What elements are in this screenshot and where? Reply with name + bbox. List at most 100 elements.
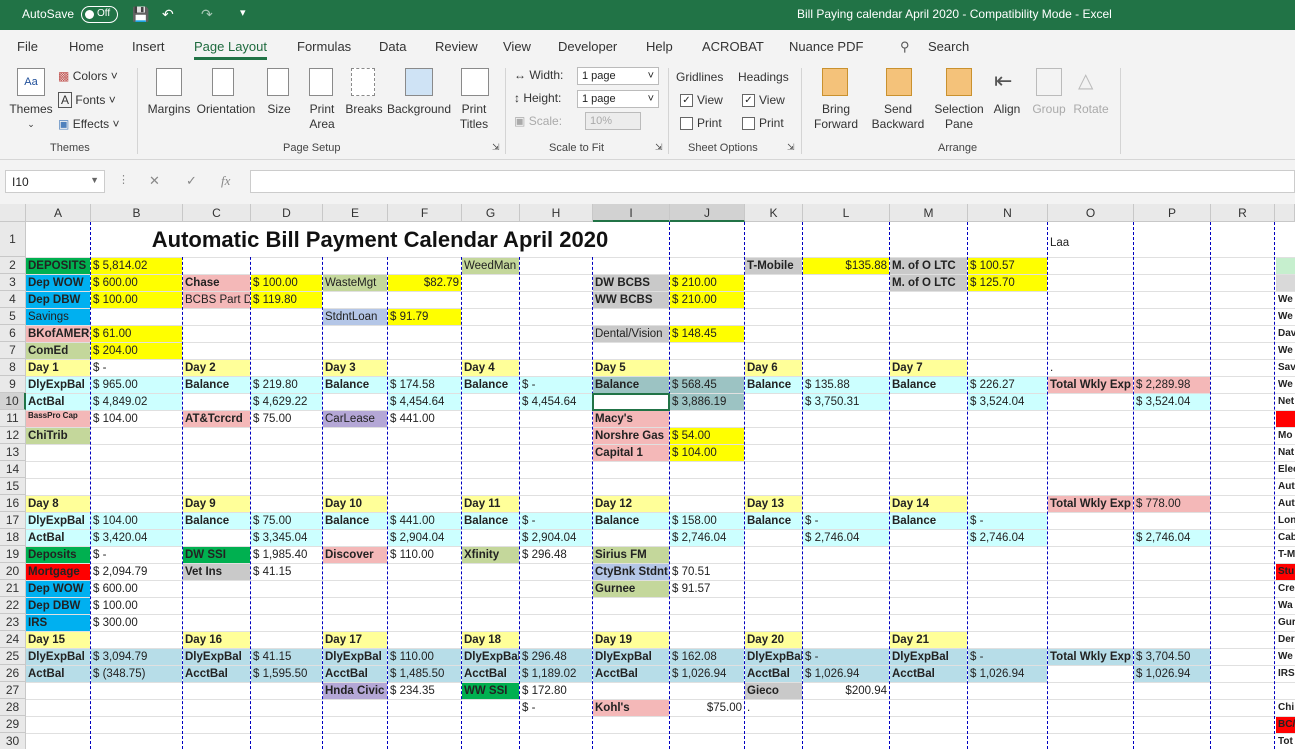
cell-partial[interactable]: BC/ (1276, 717, 1295, 733)
cell[interactable]: Balance (323, 377, 387, 393)
cell[interactable]: Day 12 (593, 496, 669, 512)
cell[interactable]: CtyBnk Stdnt (593, 564, 669, 580)
height-select[interactable]: 1 page ˅ (577, 90, 659, 108)
cell[interactable]: $ 1,026.94 (803, 666, 889, 682)
cell[interactable]: $ 41.15 (251, 649, 322, 665)
cell[interactable]: Day 19 (593, 632, 669, 648)
cell[interactable]: $ 75.00 (251, 513, 322, 529)
cell[interactable]: $ 4,454.64 (388, 394, 461, 410)
headings-print-checkbox[interactable] (742, 117, 755, 130)
cell[interactable]: $ 91.57 (670, 581, 744, 597)
tab-formulas[interactable]: Formulas (297, 39, 351, 54)
cell[interactable]: $ 2,746.04 (803, 530, 889, 546)
cell[interactable]: AcctBal (593, 666, 669, 682)
cell[interactable]: Balance (745, 513, 802, 529)
cell[interactable]: Day 6 (745, 360, 802, 376)
row-header-5[interactable]: 5 (0, 308, 26, 325)
autosave-toggle[interactable]: Off (81, 6, 118, 23)
cell[interactable]: Day 14 (890, 496, 967, 512)
cell[interactable]: . (745, 700, 802, 716)
cell[interactable]: $ 1,026.94 (1134, 666, 1210, 682)
themes-chevron-icon[interactable]: ⌄ (6, 117, 56, 132)
row-header-16[interactable]: 16 (0, 495, 26, 512)
selected-cell[interactable] (592, 393, 670, 411)
selection-pane-icon[interactable] (946, 68, 972, 96)
cell[interactable]: $ 219.80 (251, 377, 322, 393)
row-header-14[interactable]: 14 (0, 461, 26, 478)
cell-partial[interactable]: Gur (1276, 615, 1295, 631)
cell[interactable]: $ 204.00 (91, 343, 182, 359)
cell-partial[interactable]: Wa (1276, 598, 1295, 614)
print-area-button[interactable]: Print Area (300, 102, 344, 132)
cell[interactable]: $ 1,985.40 (251, 547, 322, 563)
themes-icon[interactable]: Aa (17, 68, 45, 96)
cell[interactable]: Dep DBW (26, 292, 90, 308)
cell[interactable]: $ 3,524.04 (1134, 394, 1210, 410)
cell[interactable]: ActBal (26, 394, 90, 410)
cell[interactable]: Balance (183, 513, 250, 529)
cell[interactable]: $ 3,345.04 (251, 530, 322, 546)
column-header-e[interactable]: E (323, 204, 388, 222)
row-header-7[interactable]: 7 (0, 342, 26, 359)
cell[interactable]: Balance (890, 513, 967, 529)
cell[interactable]: AcctBal (890, 666, 967, 682)
cell[interactable]: $ 174.58 (388, 377, 461, 393)
cell[interactable]: $ 54.00 (670, 428, 744, 444)
cell[interactable]: WasteMgt (323, 275, 387, 291)
cell[interactable]: DlyExpBal (593, 649, 669, 665)
print-titles-button[interactable]: Print Titles (454, 102, 494, 132)
fonts-button[interactable]: A Fonts ˅ (58, 92, 116, 108)
align-icon[interactable]: ⇤ (994, 68, 1020, 96)
cell[interactable]: Day 9 (183, 496, 250, 512)
cell[interactable]: $ 162.08 (670, 649, 744, 665)
column-header-partial[interactable] (1275, 204, 1295, 222)
cell[interactable]: DlyExpBal (183, 649, 250, 665)
cell[interactable]: $ 300.00 (91, 615, 182, 631)
cell-partial[interactable]: Elec (1276, 462, 1295, 478)
cell[interactable]: $ 2,746.04 (670, 530, 744, 546)
cell[interactable]: $ 1,026.94 (968, 666, 1047, 682)
cell[interactable]: Vet Ins (183, 564, 250, 580)
cell[interactable]: Total Wkly Exp (1048, 496, 1133, 512)
cell[interactable]: $ 1,189.02 (520, 666, 592, 682)
cell-partial[interactable]: Dav (1276, 326, 1295, 342)
cell[interactable]: $ - (803, 513, 889, 529)
group-button[interactable]: Group (1030, 102, 1068, 117)
size-button[interactable]: Size (262, 102, 296, 117)
cell[interactable]: Balance (323, 513, 387, 529)
cell[interactable]: $ 70.51 (670, 564, 744, 580)
cell[interactable]: Gurnee (593, 581, 669, 597)
rotate-icon[interactable]: △ (1078, 68, 1104, 96)
cell-partial[interactable] (1276, 411, 1295, 427)
column-header-p[interactable]: P (1134, 204, 1211, 222)
cell-partial[interactable]: IRS (1276, 666, 1295, 682)
cell[interactable]: T-Mobile (745, 258, 802, 274)
width-select[interactable]: 1 page ˅ (577, 67, 659, 85)
row-header-22[interactable]: 22 (0, 597, 26, 614)
cell[interactable]: $ 3,704.50 (1134, 649, 1210, 665)
cell[interactable]: $ 2,094.79 (91, 564, 182, 580)
cell[interactable]: $ 1,026.94 (670, 666, 744, 682)
cell[interactable]: Gieco (745, 683, 802, 699)
enter-icon[interactable]: ✓ (186, 173, 197, 189)
bring-forward-button[interactable]: Bring Forward (806, 102, 866, 132)
cell[interactable]: AcctBal (183, 666, 250, 682)
orientation-icon[interactable] (212, 68, 234, 96)
cell-partial[interactable]: Net (1276, 394, 1295, 410)
row-header-13[interactable]: 13 (0, 444, 26, 461)
cell[interactable]: $ - (520, 377, 592, 393)
cell[interactable]: Kohl's (593, 700, 669, 716)
cell[interactable]: $ 3,420.04 (91, 530, 182, 546)
cell[interactable]: BassPro Cap (26, 411, 90, 427)
tab-insert[interactable]: Insert (132, 39, 165, 54)
cell[interactable]: Balance (462, 513, 519, 529)
cell[interactable]: $ 2,746.04 (1134, 530, 1210, 546)
cell[interactable]: $ 125.70 (968, 275, 1047, 291)
cell[interactable]: ChiTrib (26, 428, 90, 444)
cell[interactable]: $ 100.00 (251, 275, 322, 291)
cell[interactable]: Capital 1 (593, 445, 669, 461)
cell[interactable]: $ 210.00 (670, 292, 744, 308)
cell[interactable]: $ - (968, 649, 1047, 665)
row-header-2[interactable]: 2 (0, 257, 26, 274)
cell[interactable]: $ - (520, 700, 592, 716)
